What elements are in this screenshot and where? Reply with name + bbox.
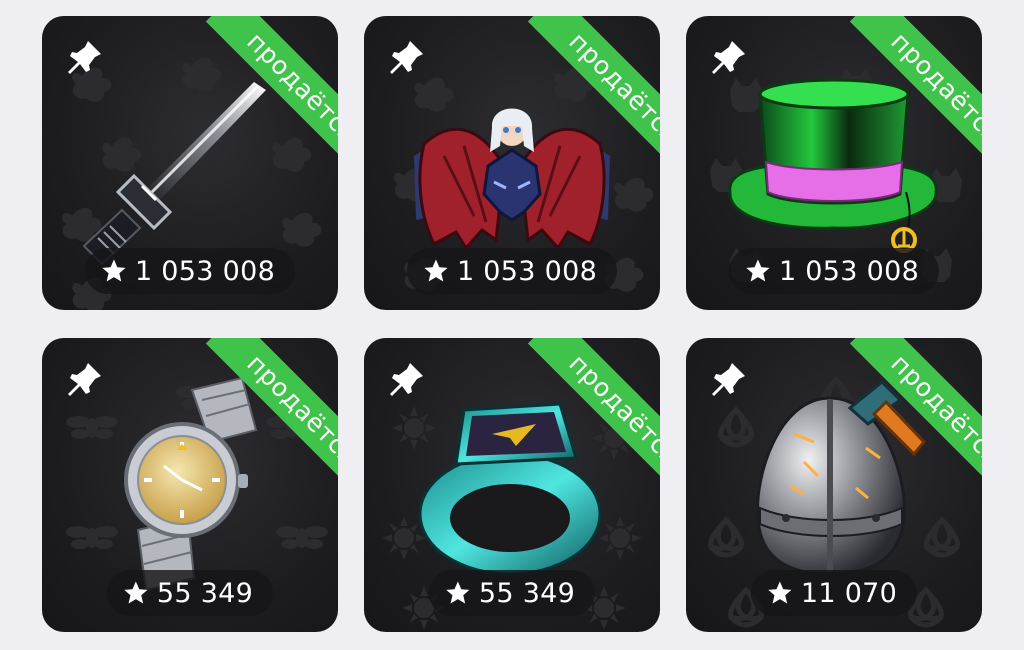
gift-card-armored-egg[interactable]: продаётся 11 070 [686, 338, 982, 632]
price-tag: 1 053 008 [406, 248, 618, 294]
star-icon [102, 259, 126, 282]
price-value: 1 053 008 [456, 255, 598, 287]
pin-icon[interactable] [386, 360, 426, 400]
gift-card-dragon[interactable]: продаётся 1 053 008 [364, 16, 660, 310]
price-tag: 11 070 [750, 570, 918, 616]
price-value: 11 070 [800, 577, 898, 609]
gift-card-ring[interactable]: продаётся 55 349 [364, 338, 660, 632]
price-tag: 1 053 008 [84, 248, 296, 294]
price-value: 1 053 008 [778, 255, 920, 287]
price-value: 55 349 [156, 577, 254, 609]
price-value: 55 349 [478, 577, 576, 609]
star-icon [446, 581, 470, 604]
price-tag: 55 349 [428, 570, 596, 616]
price-value: 1 053 008 [134, 255, 276, 287]
star-icon [746, 259, 770, 282]
gift-card-watch[interactable]: продаётся 55 349 [42, 338, 338, 632]
price-tag: 55 349 [106, 570, 274, 616]
star-icon [124, 581, 148, 604]
gift-card-sword[interactable]: продаётся 1 053 008 [42, 16, 338, 310]
gift-card-top-hat[interactable]: продаётся 1 053 008 [686, 16, 982, 310]
price-tag: 1 053 008 [728, 248, 940, 294]
star-icon [768, 581, 792, 604]
star-icon [424, 259, 448, 282]
pin-icon[interactable] [708, 38, 748, 78]
pin-icon[interactable] [708, 360, 748, 400]
pin-icon[interactable] [386, 38, 426, 78]
pin-icon[interactable] [64, 360, 104, 400]
pin-icon[interactable] [64, 38, 104, 78]
